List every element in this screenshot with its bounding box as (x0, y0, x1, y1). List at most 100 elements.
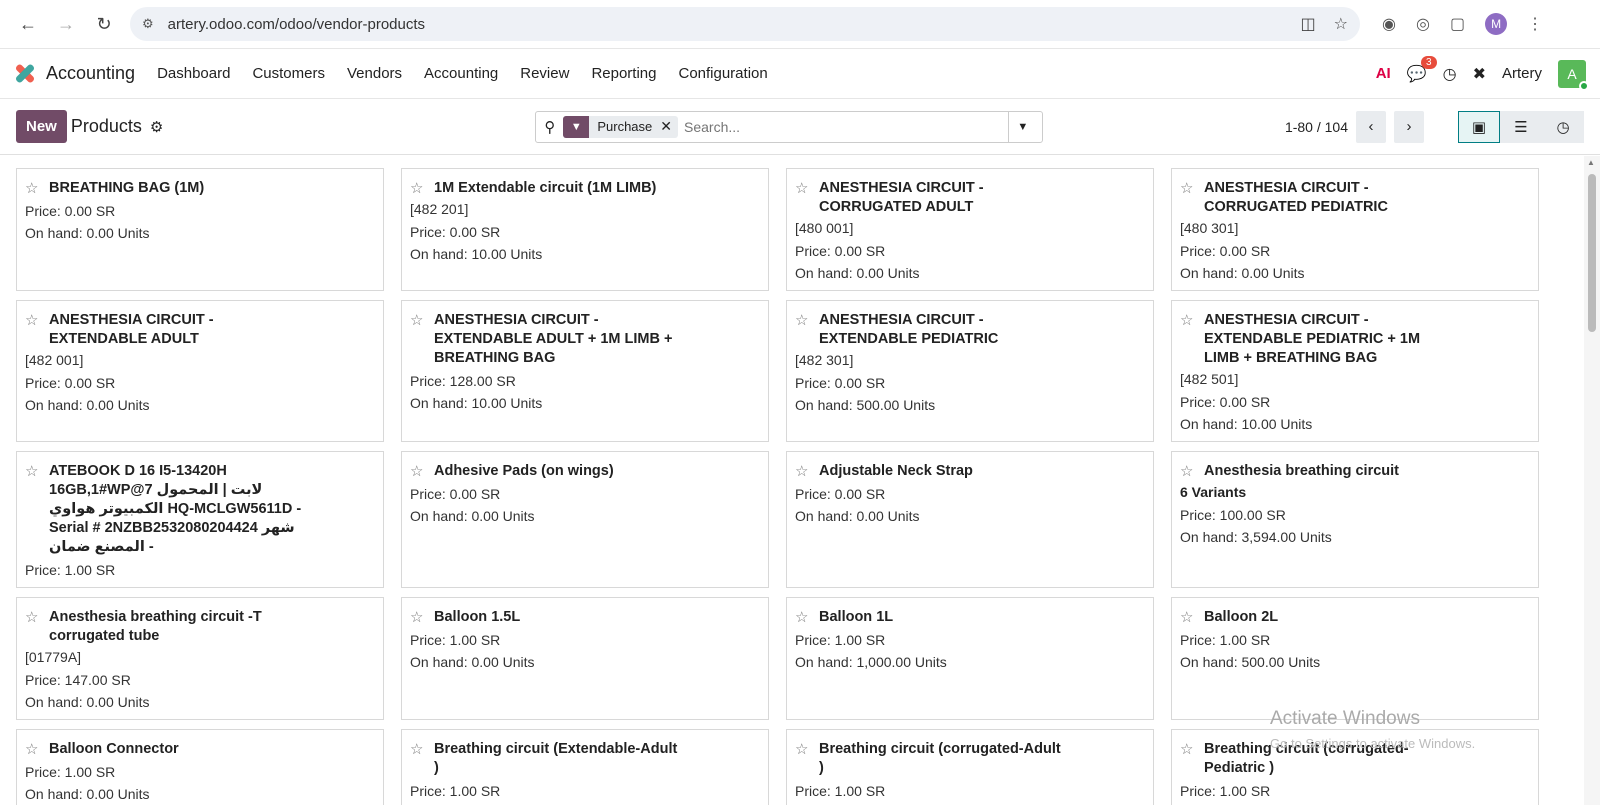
menu-reporting[interactable]: Reporting (591, 65, 656, 82)
product-price: Price: 1.00 SR (795, 783, 886, 799)
favorite-star-icon[interactable]: ☆ (1180, 179, 1204, 198)
card-title: ☆ ANESTHESIA CIRCUIT - EXTENDABLE ADULT +… (410, 311, 760, 368)
product-card[interactable]: ☆ ANESTHESIA CIRCUIT - CORRUGATED ADULT [4… (786, 168, 1154, 291)
card-title: ☆ Breathing circuit (Extendable-Adult ) (410, 740, 760, 778)
scroll-thumb[interactable] (1588, 174, 1596, 332)
new-button[interactable]: New (16, 110, 67, 143)
browser-profile-avatar[interactable]: M (1485, 13, 1508, 35)
product-card[interactable]: ☆ Balloon 1L Price: 1.00 SR On hand: 1,000.… (786, 597, 1154, 720)
product-card[interactable]: ☆ ATEBOOK D 16 I5-13420H 16GB,1#WP@7 لابت… (16, 451, 384, 588)
activity-view-icon[interactable]: ◷ (1542, 110, 1584, 143)
user-initial: A (1567, 65, 1577, 82)
product-card[interactable]: ☆ ANESTHESIA CIRCUIT - EXTENDABLE ADULT [4… (16, 300, 384, 442)
favorite-star-icon[interactable]: ☆ (1180, 311, 1204, 330)
chat-icon[interactable]: 💬 3 (1407, 55, 1437, 84)
site-settings-icon[interactable]: ⚙ (142, 16, 154, 32)
favorite-star-icon[interactable]: ☆ (795, 311, 819, 330)
favorite-star-icon[interactable]: ☆ (410, 462, 434, 481)
activity-clock-icon[interactable]: ◷ (1443, 64, 1457, 84)
browser-menu-icon[interactable]: ⋮ (1527, 14, 1543, 34)
favorite-star-icon[interactable]: ☆ (1180, 462, 1204, 481)
favorite-star-icon[interactable]: ☆ (25, 179, 49, 198)
product-name: Balloon Connector (49, 741, 179, 757)
scrollbar[interactable]: ▲ (1584, 156, 1600, 805)
product-price: Price: 147.00 SR (25, 672, 131, 688)
menu-accounting[interactable]: Accounting (424, 65, 498, 82)
extension-color-icon[interactable]: ◎ (1416, 14, 1430, 34)
search-input[interactable] (684, 118, 1009, 135)
menu-review[interactable]: Review (520, 65, 569, 82)
favorite-star-icon[interactable]: ☆ (795, 608, 819, 627)
pager-previous-icon[interactable]: ‹ (1356, 110, 1386, 143)
product-card[interactable]: ☆ 1M Extendable circuit (1M LIMB) [482 201… (401, 168, 769, 291)
favorite-star-icon[interactable]: ☆ (410, 179, 434, 198)
favorite-star-icon[interactable]: ☆ (410, 608, 434, 627)
extensions-puzzle-icon[interactable]: ▢ (1450, 14, 1465, 34)
favorite-star-icon[interactable]: ☆ (1180, 608, 1204, 627)
bookmark-star-icon[interactable]: ☆ (1334, 14, 1348, 34)
gear-icon[interactable]: ⚙ (150, 118, 163, 136)
url-text[interactable]: artery.odoo.com/odoo/vendor-products (168, 16, 1301, 33)
install-app-icon[interactable]: ◫ (1301, 14, 1316, 34)
product-card[interactable]: ☆ ANESTHESIA CIRCUIT - CORRUGATED PEDIATR… (1171, 168, 1539, 291)
product-reference: [482 201] (410, 201, 469, 217)
favorite-star-icon[interactable]: ☆ (1180, 740, 1204, 759)
address-bar[interactable]: ⚙ artery.odoo.com/odoo/vendor-products ◫… (130, 7, 1360, 41)
pager-value[interactable]: 1-80 / 104 (1285, 119, 1348, 135)
ai-icon[interactable]: AI (1376, 65, 1391, 82)
favorite-star-icon[interactable]: ☆ (410, 740, 434, 759)
menu-vendors[interactable]: Vendors (347, 65, 402, 82)
product-onhand: On hand: 10.00 Units (410, 246, 543, 262)
product-card[interactable]: ☆ Balloon Connector Price: 1.00 SR On hand:… (16, 729, 384, 805)
page-title: Products (70, 116, 142, 136)
product-onhand: On hand: 3,594.00 Units (1180, 529, 1332, 545)
facet-remove-icon[interactable]: ✕ (660, 118, 678, 135)
search-options-toggle[interactable]: ▼ (1008, 111, 1036, 142)
favorite-star-icon[interactable]: ☆ (25, 740, 49, 759)
product-card[interactable]: ☆ Anesthesia breathing circuit -T corruga… (16, 597, 384, 720)
product-reference: [482 301] (795, 352, 854, 368)
menu-configuration[interactable]: Configuration (678, 65, 767, 82)
product-card[interactable]: ☆ Adjustable Neck Strap Price: 0.00 SR On h… (786, 451, 1154, 588)
menu-customers[interactable]: Customers (252, 65, 325, 82)
product-card[interactable]: ☆ Anesthesia breathing circuit 6 Variants P… (1171, 451, 1539, 588)
reload-icon[interactable]: ↻ (88, 8, 120, 40)
favorite-star-icon[interactable]: ☆ (25, 462, 49, 481)
list-view-icon[interactable]: ☰ (1500, 110, 1542, 143)
product-name: BREATHING BAG (1M) (49, 180, 205, 196)
menu-dashboard[interactable]: Dashboard (157, 65, 230, 82)
pager: 1-80 / 104 ‹ › (1285, 110, 1424, 143)
product-card[interactable]: ☆ Breathing circuit (corrugated-Adult ) Pr… (786, 729, 1154, 805)
search-icon[interactable]: ⚲ (544, 118, 555, 136)
product-reference: [480 301] (1180, 220, 1239, 236)
card-title: ☆ Balloon 1.5L (410, 608, 760, 627)
favorite-star-icon[interactable]: ☆ (410, 311, 434, 330)
app-name[interactable]: Accounting (46, 63, 135, 84)
favorite-star-icon[interactable]: ☆ (25, 311, 49, 330)
extension-icon[interactable]: ◉ (1382, 14, 1396, 34)
pager-next-icon[interactable]: › (1394, 110, 1424, 143)
product-card[interactable]: ☆ Balloon 1.5L Price: 1.00 SR On hand: 0.00… (401, 597, 769, 720)
favorite-star-icon[interactable]: ☆ (795, 740, 819, 759)
app-logo-icon[interactable] (14, 62, 36, 85)
scroll-up-icon[interactable]: ▲ (1587, 158, 1595, 167)
favorite-star-icon[interactable]: ☆ (795, 462, 819, 481)
kanban-view-icon[interactable]: ▣ (1458, 110, 1500, 143)
card-title: ☆ ANESTHESIA CIRCUIT - CORRUGATED ADULT (795, 179, 1145, 217)
product-card[interactable]: ☆ Breathing circuit (Extendable-Adult ) Pr… (401, 729, 769, 805)
product-card[interactable]: ☆ Adhesive Pads (on wings) Price: 0.00 SR O… (401, 451, 769, 588)
back-icon[interactable]: ← (12, 8, 44, 40)
product-card[interactable]: ☆ ANESTHESIA CIRCUIT - EXTENDABLE PEDIATR… (786, 300, 1154, 442)
product-card[interactable]: ☆ ANESTHESIA CIRCUIT - EXTENDABLE ADULT +… (401, 300, 769, 442)
favorite-star-icon[interactable]: ☆ (25, 608, 49, 627)
product-card[interactable]: ☆ Balloon 2L Price: 1.00 SR On hand: 500.00… (1171, 597, 1539, 720)
company-switcher[interactable]: Artery (1502, 65, 1542, 82)
product-card[interactable]: ☆ ANESTHESIA CIRCUIT - EXTENDABLE PEDIATR… (1171, 300, 1539, 442)
card-title: ☆ ANESTHESIA CIRCUIT - EXTENDABLE PEDIATR… (1180, 311, 1530, 368)
product-price: Price: 0.00 SR (1180, 394, 1271, 410)
favorite-star-icon[interactable]: ☆ (795, 179, 819, 198)
forward-icon[interactable]: → (50, 8, 82, 40)
tools-icon[interactable]: ✖ (1473, 64, 1486, 84)
user-avatar[interactable]: A (1558, 59, 1589, 91)
product-card[interactable]: ☆ BREATHING BAG (1M) Price: 0.00 SR On hand… (16, 168, 384, 291)
